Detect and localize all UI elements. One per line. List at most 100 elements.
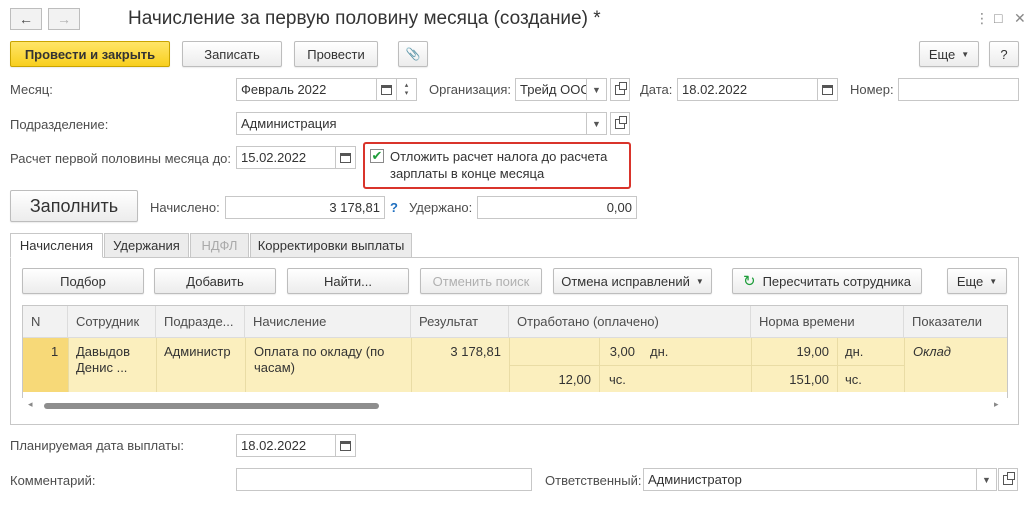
accrued-value: 3 178,81 xyxy=(225,196,385,219)
month-label: Месяц: xyxy=(10,82,53,97)
scroll-left-icon[interactable]: ◂ xyxy=(28,399,33,410)
col-header-result[interactable]: Результат xyxy=(411,306,509,338)
defer-tax-label-line1: Отложить расчет налога до расчета xyxy=(390,149,608,164)
col-header-department[interactable]: Подразде... xyxy=(156,306,245,338)
calendar-icon xyxy=(822,84,833,95)
org-input[interactable]: Трейд ООС xyxy=(515,78,587,101)
table-more-button[interactable]: Еще ▼ xyxy=(947,268,1007,294)
more-button-label: Еще xyxy=(928,46,956,62)
responsible-label: Ответственный: xyxy=(545,473,642,488)
tab-accruals[interactable]: Начисления xyxy=(10,233,103,258)
pay-date-input[interactable]: 18.02.2022 xyxy=(236,434,336,457)
norm-hours: 151,00 xyxy=(789,372,829,387)
back-button[interactable]: ← xyxy=(10,8,42,30)
norm-hours-unit: чс. xyxy=(845,372,862,387)
tab-withholdings[interactable]: Удержания xyxy=(104,233,189,258)
worked-hours-unit: чс. xyxy=(609,372,626,387)
more-button[interactable]: Еще ▼ xyxy=(919,41,979,67)
dept-label: Подразделение: xyxy=(10,117,109,132)
cancel-search-button[interactable]: Отменить поиск xyxy=(420,268,542,294)
scrollbar-thumb[interactable] xyxy=(44,403,379,409)
col-divider xyxy=(68,338,69,392)
number-input[interactable] xyxy=(898,78,1019,101)
forward-button[interactable]: → xyxy=(48,8,80,30)
employee-line2: Денис ... xyxy=(76,360,128,375)
open-form-icon xyxy=(1003,471,1015,485)
norm-days-unit: дн. xyxy=(845,344,864,359)
first-half-calendar-button[interactable] xyxy=(336,146,356,169)
col-header-employee[interactable]: Сотрудник xyxy=(68,306,156,338)
date-calendar-button[interactable] xyxy=(818,78,838,101)
fill-button[interactable]: Заполнить xyxy=(10,190,138,222)
dept-dropdown-button[interactable]: ▼ xyxy=(587,112,607,135)
col-divider xyxy=(904,338,905,392)
recalc-employee-button[interactable]: ↻ Пересчитать сотрудника xyxy=(732,268,922,294)
first-half-label: Расчет первой половины месяца до: xyxy=(10,151,231,166)
row-sub-divider xyxy=(509,365,904,366)
col-divider xyxy=(411,338,412,392)
cancel-corrections-label: Отмена исправлений xyxy=(561,273,690,289)
col-divider xyxy=(156,338,157,392)
open-form-icon xyxy=(615,115,627,129)
tab-ndfl[interactable]: НДФЛ xyxy=(190,233,249,258)
dropdown-arrow-icon: ▼ xyxy=(982,474,991,485)
dept-open-button[interactable] xyxy=(610,112,630,135)
horizontal-scrollbar[interactable]: ◂ ▸ xyxy=(22,398,1008,414)
find-button[interactable]: Найти... xyxy=(287,268,409,294)
refresh-icon: ↻ xyxy=(742,273,756,290)
date-input[interactable]: 18.02.2022 xyxy=(677,78,818,101)
table-more-label: Еще xyxy=(956,273,984,289)
col-divider xyxy=(245,338,246,392)
scroll-right-icon[interactable]: ▸ xyxy=(994,399,999,410)
hint-icon[interactable]: ? xyxy=(390,200,398,215)
add-button[interactable]: Добавить xyxy=(154,268,276,294)
pay-date-calendar-button[interactable] xyxy=(336,434,356,457)
responsible-open-button[interactable] xyxy=(998,468,1018,491)
forward-arrow-icon: → xyxy=(57,11,71,27)
more-menu-icon[interactable]: ⋮ xyxy=(975,10,989,27)
dropdown-arrow-icon: ▼ xyxy=(989,276,998,286)
first-half-date-input[interactable]: 15.02.2022 xyxy=(236,146,336,169)
calendar-icon xyxy=(340,440,351,451)
pick-button[interactable]: Подбор xyxy=(22,268,144,294)
row-number-cell xyxy=(23,338,68,392)
dropdown-arrow-icon: ▼ xyxy=(695,276,704,286)
save-button[interactable]: Записать xyxy=(182,41,282,67)
col-header-norm[interactable]: Норма времени xyxy=(751,306,904,338)
tab-payment-corrections[interactable]: Корректировки выплаты xyxy=(250,233,412,258)
norm-days: 19,00 xyxy=(796,344,829,359)
post-and-close-button[interactable]: Провести и закрыть xyxy=(10,41,170,67)
responsible-dropdown-button[interactable]: ▼ xyxy=(977,468,997,491)
month-input[interactable]: Февраль 2022 xyxy=(236,78,377,101)
org-open-button[interactable] xyxy=(610,78,630,101)
recalc-label: Пересчитать сотрудника xyxy=(762,273,912,289)
date-label: Дата: xyxy=(640,82,673,97)
help-button[interactable]: ? xyxy=(989,41,1019,67)
open-form-icon xyxy=(615,81,627,95)
col-header-worked[interactable]: Отработано (оплачено) xyxy=(509,306,751,338)
month-stepper[interactable]: ▴ ▾ xyxy=(397,78,417,101)
dept-input[interactable]: Администрация xyxy=(236,112,587,135)
cancel-corrections-button[interactable]: Отмена исправлений ▼ xyxy=(553,268,712,294)
employee-line1: Давыдов xyxy=(76,344,131,359)
worked-days-unit: дн. xyxy=(650,344,669,359)
attach-button[interactable]: 📎 xyxy=(398,41,428,67)
maximize-icon[interactable]: □ xyxy=(994,10,1002,26)
responsible-input[interactable]: Администратор xyxy=(643,468,977,491)
comment-input[interactable] xyxy=(236,468,532,491)
defer-tax-checkbox[interactable]: ✔ xyxy=(370,148,384,163)
row-number: 1 xyxy=(51,344,59,359)
org-dropdown-button[interactable]: ▼ xyxy=(587,78,607,101)
dropdown-arrow-icon: ▼ xyxy=(961,49,970,59)
close-icon[interactable]: ✕ xyxy=(1014,10,1026,27)
col-header-accrual[interactable]: Начисление xyxy=(245,306,411,338)
page-title: Начисление за первую половину месяца (со… xyxy=(128,8,601,29)
accrual-line1: Оплата по окладу (по xyxy=(254,344,385,359)
col-header-indicators[interactable]: Показатели xyxy=(904,306,1007,338)
stepper-down-icon: ▾ xyxy=(404,89,409,97)
checkmark-icon: ✔ xyxy=(371,148,383,163)
result-cell: 3 178,81 xyxy=(450,344,501,359)
month-calendar-button[interactable] xyxy=(377,78,397,101)
col-header-n[interactable]: N xyxy=(23,306,68,338)
post-button[interactable]: Провести xyxy=(294,41,378,67)
